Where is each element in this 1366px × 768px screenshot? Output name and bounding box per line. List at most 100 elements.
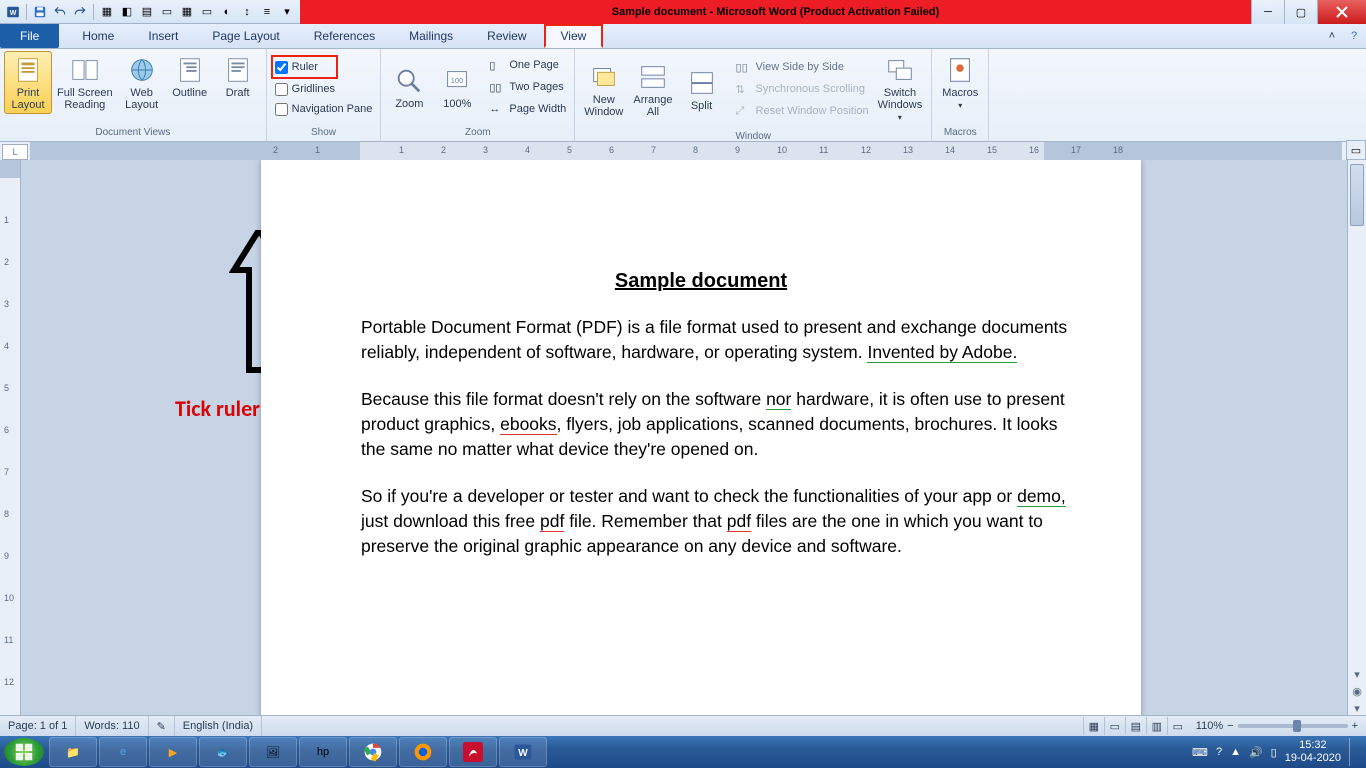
ruler-toggle-button[interactable]: ▭ bbox=[1346, 140, 1366, 160]
tray-help-icon[interactable]: ? bbox=[1216, 746, 1222, 758]
tab-page-layout[interactable]: Page Layout bbox=[195, 24, 296, 48]
gridlines-checkbox[interactable]: Gridlines bbox=[271, 79, 339, 99]
taskbar-chrome-icon[interactable] bbox=[349, 737, 397, 767]
qat-icon[interactable]: ◐ bbox=[218, 3, 236, 21]
view-buttons: ▦ ▭ ▤ ▥ ▭ bbox=[1083, 717, 1188, 735]
horizontal-ruler[interactable]: 12345678910111213141516171812 bbox=[30, 142, 1342, 162]
web-layout-button[interactable]: Web Layout bbox=[118, 51, 166, 114]
scrollbar-thumb[interactable] bbox=[1350, 164, 1364, 226]
two-pages-button[interactable]: ▯▯Two Pages bbox=[485, 77, 570, 97]
next-page-icon[interactable]: ▾ bbox=[1348, 700, 1366, 716]
page-canvas[interactable]: Tick ruler option Sample document Portab… bbox=[21, 160, 1347, 716]
tray-battery-icon[interactable]: ▯ bbox=[1271, 746, 1277, 759]
undo-icon[interactable] bbox=[51, 3, 69, 21]
reset-pos-icon: ⤢ bbox=[736, 105, 752, 118]
zoom-level[interactable]: 110% bbox=[1196, 720, 1223, 732]
taskbar-app-icon[interactable]: 🐟 bbox=[199, 737, 247, 767]
taskbar-app-icon[interactable]: 🖼 bbox=[249, 737, 297, 767]
draft-icon bbox=[222, 54, 254, 86]
taskbar-acrobat-icon[interactable] bbox=[449, 737, 497, 767]
taskbar-ie-icon[interactable]: e bbox=[99, 737, 147, 767]
scroll-down-icon[interactable]: ▾ bbox=[1348, 666, 1366, 682]
split-button[interactable]: Split bbox=[678, 64, 726, 115]
new-window-button[interactable]: New Window bbox=[579, 58, 628, 121]
start-button[interactable] bbox=[4, 738, 44, 766]
page-width-button[interactable]: ↔Page Width bbox=[485, 99, 570, 119]
prev-page-icon[interactable]: ◉ bbox=[1348, 683, 1366, 699]
navpane-check-input[interactable] bbox=[275, 103, 288, 116]
taskbar-hp-icon[interactable]: hp bbox=[299, 737, 347, 767]
reset-window-position-button: ⤢Reset Window Position bbox=[732, 101, 873, 121]
qat-icon[interactable]: ▦ bbox=[98, 3, 116, 21]
qat-icon[interactable]: ▦ bbox=[178, 3, 196, 21]
group-title: Zoom bbox=[381, 125, 574, 141]
redo-icon[interactable] bbox=[71, 3, 89, 21]
tab-mailings[interactable]: Mailings bbox=[392, 24, 470, 48]
minimize-button[interactable]: ─ bbox=[1251, 0, 1284, 24]
zoom-button[interactable]: Zoom bbox=[385, 62, 433, 113]
web-view-icon[interactable]: ▤ bbox=[1125, 717, 1146, 735]
tab-review[interactable]: Review bbox=[470, 24, 543, 48]
save-icon[interactable] bbox=[31, 3, 49, 21]
proofing-icon: ✎ bbox=[157, 720, 166, 733]
tray-volume-icon[interactable]: 🔊 bbox=[1249, 746, 1263, 759]
draft-button[interactable]: Draft bbox=[214, 51, 262, 102]
taskbar-explorer-icon[interactable]: 📁 bbox=[49, 737, 97, 767]
taskbar-firefox-icon[interactable] bbox=[399, 737, 447, 767]
qat-dropdown-icon[interactable]: ▾ bbox=[278, 3, 296, 21]
paragraph: Because this file format doesn't rely on… bbox=[361, 387, 1071, 462]
new-window-icon bbox=[588, 61, 620, 93]
qat-icon[interactable]: ▭ bbox=[198, 3, 216, 21]
ruler-check-input[interactable] bbox=[275, 61, 288, 74]
full-screen-reading-button[interactable]: Full Screen Reading bbox=[52, 51, 118, 114]
outline-view-icon[interactable]: ▥ bbox=[1146, 717, 1167, 735]
qat-icon[interactable]: ▤ bbox=[138, 3, 156, 21]
tab-view[interactable]: View bbox=[544, 24, 604, 48]
navigation-pane-checkbox[interactable]: Navigation Pane bbox=[271, 99, 377, 119]
qat-icon[interactable]: ≡ bbox=[258, 3, 276, 21]
zoom-in-button[interactable]: + bbox=[1352, 720, 1358, 732]
language-status[interactable]: English (India) bbox=[175, 716, 262, 736]
qat-icon[interactable]: ▭ bbox=[158, 3, 176, 21]
macros-button[interactable]: Macros▾ bbox=[936, 51, 984, 115]
tab-file[interactable]: File bbox=[0, 24, 59, 48]
one-page-button[interactable]: ▯One Page bbox=[485, 55, 570, 75]
tab-references[interactable]: References bbox=[297, 24, 392, 48]
ruler-checkbox[interactable]: Ruler bbox=[271, 55, 338, 79]
taskbar-word-icon[interactable]: W bbox=[499, 737, 547, 767]
help-icon[interactable]: ? bbox=[1346, 28, 1362, 44]
tab-home[interactable]: Home bbox=[65, 24, 131, 48]
draft-view-icon[interactable]: ▭ bbox=[1167, 717, 1188, 735]
word-count-status[interactable]: Words: 110 bbox=[76, 716, 148, 736]
page-number-status[interactable]: Page: 1 of 1 bbox=[0, 716, 76, 736]
full-screen-view-icon[interactable]: ▭ bbox=[1104, 717, 1125, 735]
show-desktop-button[interactable] bbox=[1349, 738, 1358, 766]
tray-icon[interactable]: ⌨ bbox=[1192, 746, 1208, 759]
tab-insert[interactable]: Insert bbox=[131, 24, 195, 48]
tray-flag-icon[interactable]: ▲ bbox=[1230, 746, 1241, 758]
gridlines-check-input[interactable] bbox=[275, 83, 288, 96]
tab-selector[interactable]: L bbox=[2, 144, 28, 160]
arrange-all-button[interactable]: Arrange All bbox=[628, 58, 677, 121]
zoom-out-button[interactable]: − bbox=[1227, 720, 1233, 732]
arrange-all-icon bbox=[637, 61, 669, 93]
vertical-scrollbar[interactable]: ▴ ▾ ◉ ▾ bbox=[1347, 160, 1366, 716]
view-side-by-side-button[interactable]: ▯▯View Side by Side bbox=[732, 57, 873, 77]
switch-windows-button[interactable]: Switch Windows▾ bbox=[873, 51, 928, 127]
minimize-ribbon-icon[interactable]: ˄ bbox=[1324, 28, 1340, 44]
taskbar-mediaplayer-icon[interactable]: ▶ bbox=[149, 737, 197, 767]
zoom-100-button[interactable]: 100 100% bbox=[433, 62, 481, 113]
maximize-button[interactable]: ▢ bbox=[1284, 0, 1317, 24]
qat-icon[interactable]: ↕ bbox=[238, 3, 256, 21]
tray-clock[interactable]: 15:3219-04-2020 bbox=[1285, 739, 1341, 765]
100pct-icon: 100 bbox=[441, 65, 473, 97]
vertical-ruler[interactable]: 123456789101112 bbox=[0, 160, 21, 716]
qat-icon[interactable]: ◧ bbox=[118, 3, 136, 21]
close-button[interactable] bbox=[1317, 0, 1366, 24]
print-layout-button[interactable]: Print Layout bbox=[4, 51, 52, 114]
outline-button[interactable]: Outline bbox=[166, 51, 214, 102]
svg-text:W: W bbox=[518, 748, 528, 759]
print-layout-view-icon[interactable]: ▦ bbox=[1083, 717, 1104, 735]
zoom-slider[interactable] bbox=[1238, 724, 1348, 728]
proofing-status[interactable]: ✎ bbox=[149, 716, 175, 736]
